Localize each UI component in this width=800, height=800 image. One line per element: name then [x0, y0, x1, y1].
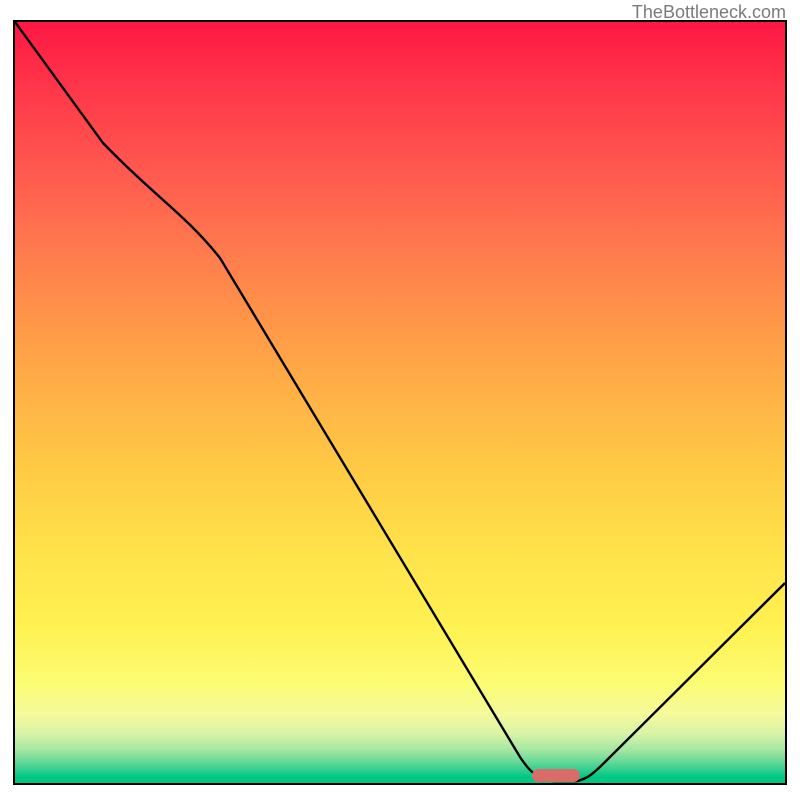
- chart-frame: [13, 20, 787, 785]
- watermark-text: TheBottleneck.com: [632, 2, 786, 23]
- optimal-range-marker: [532, 769, 580, 782]
- heat-gradient-background: [15, 22, 785, 783]
